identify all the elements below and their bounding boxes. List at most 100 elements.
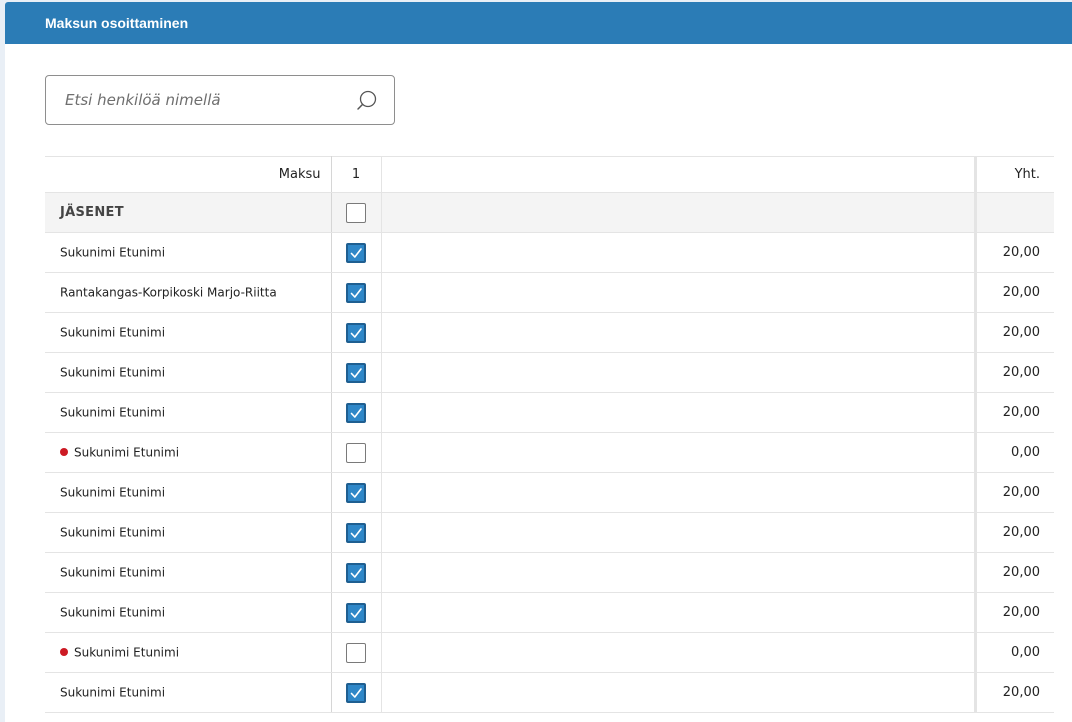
payment-checkbox-cell	[331, 592, 382, 633]
member-total: 20,00	[975, 352, 1054, 393]
member-total: 20,00	[975, 392, 1054, 433]
table-row: Sukunimi Etunimi 20,00	[45, 552, 1054, 593]
member-total: 20,00	[975, 512, 1054, 553]
payment-checkbox[interactable]	[346, 402, 366, 423]
member-name-cell: Sukunimi Etunimi	[45, 232, 332, 273]
payment-checkbox-cell	[331, 272, 382, 313]
payment-checkbox[interactable]	[346, 362, 366, 383]
member-name: Sukunimi Etunimi	[60, 565, 166, 580]
checkmark-icon	[350, 327, 362, 338]
payment-checkbox-cell	[331, 512, 382, 553]
checkmark-icon	[350, 247, 362, 258]
member-name: Sukunimi Etunimi	[60, 405, 166, 420]
row-spacer	[381, 312, 977, 353]
member-total: 20,00	[975, 232, 1054, 273]
payment-assignment-panel: Maksun osoittaminen Maksu 1 Yht.	[5, 2, 1072, 722]
member-total: 20,00	[975, 312, 1054, 353]
group-label: JÄSENET	[60, 205, 124, 220]
table-row: Sukunimi Etunimi 20,00	[45, 592, 1054, 633]
member-name-cell: Sukunimi Etunimi	[45, 552, 332, 593]
search-box	[45, 75, 395, 125]
table-row: Sukunimi Etunimi 20,00	[45, 352, 1054, 393]
checkmark-icon	[350, 607, 362, 618]
search-input[interactable]	[47, 77, 337, 123]
group-total-cell	[975, 192, 1054, 233]
member-name: Sukunimi Etunimi	[60, 365, 166, 380]
table-row: Sukunimi Etunimi 20,00	[45, 312, 1054, 353]
row-spacer	[381, 352, 977, 393]
row-spacer	[381, 552, 977, 593]
member-name: Sukunimi Etunimi	[60, 485, 166, 500]
payment-checkbox-cell	[331, 432, 382, 473]
group-spacer	[381, 192, 977, 233]
payment-checkbox-cell	[331, 392, 382, 433]
row-spacer	[381, 232, 977, 273]
member-name-cell: Sukunimi Etunimi	[45, 512, 332, 553]
member-total: 20,00	[975, 552, 1054, 593]
row-spacer	[381, 632, 977, 673]
row-spacer	[381, 512, 977, 553]
member-name-cell: Sukunimi Etunimi	[45, 432, 332, 473]
payment-checkbox[interactable]	[346, 242, 366, 263]
group-select-all-checkbox[interactable]	[346, 202, 366, 223]
table-row: Sukunimi Etunimi 0,00	[45, 632, 1054, 673]
table-row: Sukunimi Etunimi 20,00	[45, 512, 1054, 553]
group-row-members: JÄSENET	[45, 192, 1054, 233]
member-name: Sukunimi Etunimi	[60, 685, 166, 700]
member-total: 0,00	[975, 432, 1054, 473]
table-row: Sukunimi Etunimi 0,00	[45, 432, 1054, 473]
payment-checkbox[interactable]	[346, 602, 366, 623]
table-row: Sukunimi Etunimi 20,00	[45, 392, 1054, 433]
row-spacer	[381, 672, 977, 713]
member-name-cell: Sukunimi Etunimi	[45, 392, 332, 433]
warning-dot-icon	[60, 447, 68, 456]
member-total: 20,00	[975, 592, 1054, 633]
checkmark-icon	[350, 567, 362, 578]
header-spacer	[381, 156, 977, 193]
checkmark-icon	[350, 367, 362, 378]
member-total: 20,00	[975, 272, 1054, 313]
row-spacer	[381, 392, 977, 433]
table-row: Sukunimi Etunimi 20,00	[45, 672, 1054, 713]
member-name-cell: Sukunimi Etunimi	[45, 632, 332, 673]
payment-checkbox[interactable]	[346, 482, 366, 503]
row-spacer	[381, 472, 977, 513]
panel-title: Maksun osoittaminen	[45, 15, 189, 31]
member-name: Sukunimi Etunimi	[60, 525, 166, 540]
payment-checkbox[interactable]	[346, 442, 366, 463]
member-name: Rantakangas-Korpikoski Marjo-Riitta	[60, 285, 277, 300]
payment-checkbox[interactable]	[346, 642, 366, 663]
member-name-cell: Sukunimi Etunimi	[45, 312, 332, 353]
member-name-cell: Rantakangas-Korpikoski Marjo-Riitta	[45, 272, 332, 313]
row-spacer	[381, 432, 977, 473]
member-name-cell: Sukunimi Etunimi	[45, 592, 332, 633]
table-header-row: Maksu 1 Yht.	[45, 156, 1054, 193]
member-name: Sukunimi Etunimi	[60, 605, 166, 620]
member-name-cell: Sukunimi Etunimi	[45, 352, 332, 393]
group-checkbox-cell	[331, 192, 382, 233]
payment-checkbox[interactable]	[346, 282, 366, 303]
payment-checkbox-cell	[331, 632, 382, 673]
member-name: Sukunimi Etunimi	[74, 645, 180, 660]
search-icon[interactable]	[355, 89, 379, 113]
payment-checkbox[interactable]	[346, 682, 366, 703]
warning-dot-icon	[60, 647, 68, 656]
panel-header: Maksun osoittaminen	[5, 2, 1072, 44]
member-name: Sukunimi Etunimi	[74, 445, 180, 460]
member-total: 20,00	[975, 672, 1054, 713]
payment-checkbox[interactable]	[346, 322, 366, 343]
payment-column-number[interactable]: 1	[331, 156, 382, 193]
payment-checkbox[interactable]	[346, 522, 366, 543]
payment-checkbox-cell	[331, 472, 382, 513]
member-name-cell: Sukunimi Etunimi	[45, 472, 332, 513]
group-label-cell: JÄSENET	[45, 192, 332, 233]
checkmark-icon	[350, 287, 362, 298]
table-row: Sukunimi Etunimi 20,00	[45, 232, 1054, 273]
member-name-cell: Sukunimi Etunimi	[45, 672, 332, 713]
payment-checkbox-cell	[331, 352, 382, 393]
row-spacer	[381, 592, 977, 633]
member-name: Sukunimi Etunimi	[60, 325, 166, 340]
row-spacer	[381, 272, 977, 313]
payment-checkbox[interactable]	[346, 562, 366, 583]
payment-checkbox-cell	[331, 672, 382, 713]
